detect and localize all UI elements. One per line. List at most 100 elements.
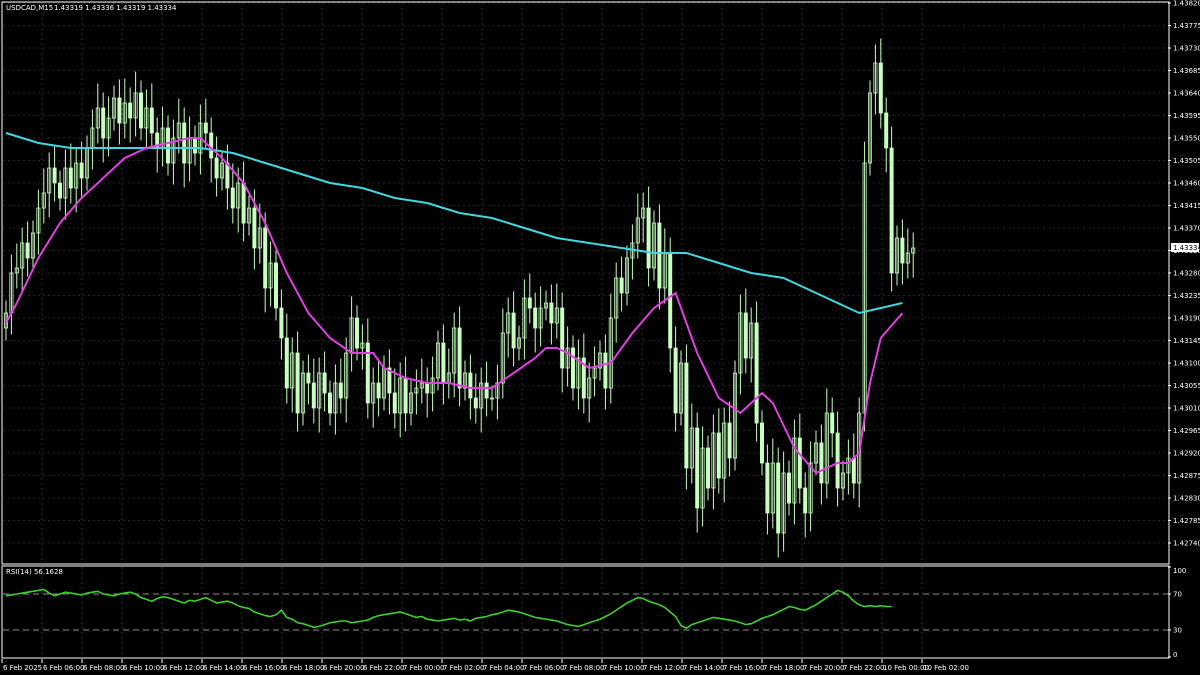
candle-body — [511, 312, 516, 349]
y-tick-label: 1.43550 — [1173, 135, 1200, 143]
candle-body — [803, 487, 808, 514]
candle-body — [403, 377, 408, 414]
ma-fast-line — [5, 137, 904, 475]
x-tick-label: 6 Feb 14:00 — [203, 664, 244, 672]
candle-body — [79, 162, 84, 179]
candle-body — [797, 437, 802, 489]
symbol-label: USDCAD,M15 — [6, 4, 53, 12]
rsi-label: RSI(14) 56.1628 — [6, 568, 63, 576]
x-tick-label: 6 Feb 22:00 — [363, 664, 404, 672]
candle-body — [765, 462, 770, 514]
x-tick-label: 7 Feb 04:00 — [483, 664, 524, 672]
candle-body — [484, 382, 489, 399]
y-tick-label: 1.43415 — [1173, 202, 1200, 210]
candle-body — [279, 307, 284, 339]
candle-body — [165, 127, 170, 164]
candle-body — [101, 107, 106, 139]
x-tick-label: 6 Feb 10:00 — [123, 664, 164, 672]
candle-body — [884, 112, 889, 149]
y-tick-label: 1.43640 — [1173, 90, 1200, 98]
x-tick-label: 7 Feb 14:00 — [683, 664, 724, 672]
candle-body — [182, 122, 187, 164]
x-tick-label: 6 Feb 12:00 — [163, 664, 204, 672]
y-tick-label: 1.42785 — [1173, 517, 1200, 525]
candle-body — [695, 427, 700, 509]
rsi-panel: 100 70 30 0 — [3, 566, 1186, 659]
y-tick-label: 1.43775 — [1173, 22, 1200, 30]
candle-body — [392, 392, 397, 414]
chart-canvas[interactable]: 1.43820 1.43775 1.43730 1.43685 1.43640 1.435… — [0, 0, 1200, 675]
x-tick-label: 7 Feb 18:00 — [763, 664, 804, 672]
candle-body — [230, 187, 235, 209]
main-panel-border — [1, 1, 1170, 565]
candle-body — [311, 382, 316, 409]
candle-body — [252, 207, 257, 249]
candle-body — [684, 362, 689, 469]
y-tick-label: 1.42830 — [1173, 495, 1200, 503]
candle-body — [306, 372, 311, 384]
y-tick-label: 1.42740 — [1173, 540, 1200, 548]
candle-body — [241, 182, 246, 224]
candle-body — [68, 167, 73, 189]
candle-body — [203, 122, 208, 134]
candle-body — [673, 347, 678, 414]
candle-body — [273, 262, 278, 309]
candle-body — [117, 97, 122, 124]
y-tick-label: 1.43010 — [1173, 405, 1200, 413]
x-tick-label: 7 Feb 16:00 — [723, 664, 764, 672]
candle-body — [338, 382, 343, 399]
candle-body — [657, 222, 662, 289]
candle-body — [851, 457, 856, 484]
y-tick-label: 1.43730 — [1173, 45, 1200, 53]
y-tick-label: 1.43820 — [1173, 0, 1200, 8]
candle-body — [706, 447, 711, 489]
y-tick-label: 1.42875 — [1173, 472, 1200, 480]
x-tick-label: 7 Feb 20:00 — [803, 664, 844, 672]
candle-body — [192, 137, 197, 154]
y-tick-label: 1.43190 — [1173, 315, 1200, 323]
x-tick-label: 7 Feb 08:00 — [563, 664, 604, 672]
x-tick-label: 10 Feb 02:00 — [923, 664, 969, 672]
rsi-tick-label: 100 — [1173, 567, 1186, 575]
ma-slow-line — [5, 132, 903, 315]
y-tick-label: 1.43370 — [1173, 225, 1200, 233]
candle-body — [468, 372, 473, 399]
candle-body — [284, 337, 289, 389]
rsi-line — [5, 588, 892, 630]
y-tick-label: 1.43055 — [1173, 382, 1200, 390]
candle-body — [322, 372, 327, 394]
x-tick-label: 6 Feb 06:00 — [43, 664, 84, 672]
y-tick-label: 1.43145 — [1173, 337, 1200, 345]
candle-body — [716, 432, 721, 479]
candle-body — [549, 302, 554, 324]
candle-body — [58, 182, 63, 199]
x-tick-label: 7 Feb 22:00 — [843, 664, 884, 672]
candle-body — [327, 392, 332, 414]
candle-body — [760, 422, 765, 464]
candle-body — [668, 252, 673, 349]
x-tick-label: 6 Feb 18:00 — [283, 664, 324, 672]
x-tick-label: 7 Feb 12:00 — [643, 664, 684, 672]
candle-body — [900, 237, 905, 264]
candle-body — [754, 322, 759, 424]
y-tick-label: 1.42920 — [1173, 450, 1200, 458]
y-tick-label: 1.43505 — [1173, 157, 1200, 165]
candle-body — [533, 307, 538, 329]
candle-body — [878, 62, 883, 114]
x-tick-label: 6 Feb 2025 — [3, 664, 42, 672]
current-price: 1.43334 — [1173, 244, 1200, 252]
candle-body — [149, 107, 154, 134]
candle-body — [263, 227, 268, 289]
x-tick-label: 6 Feb 20:00 — [323, 664, 364, 672]
candle-body — [52, 167, 57, 184]
candle-body — [776, 462, 781, 534]
x-tick-label: 7 Feb 06:00 — [523, 664, 564, 672]
candle-body — [354, 317, 359, 349]
y-tick-label: 1.43235 — [1173, 292, 1200, 300]
candle-body — [743, 312, 748, 359]
time-axis: 6 Feb 2025 6 Feb 06:006 Feb 08:006 Feb 10… — [1, 659, 969, 672]
current-price-marker: 1.43334 — [1171, 243, 1200, 252]
candle-body — [128, 102, 133, 119]
candle-body — [835, 432, 840, 489]
x-tick-label: 6 Feb 16:00 — [243, 664, 284, 672]
